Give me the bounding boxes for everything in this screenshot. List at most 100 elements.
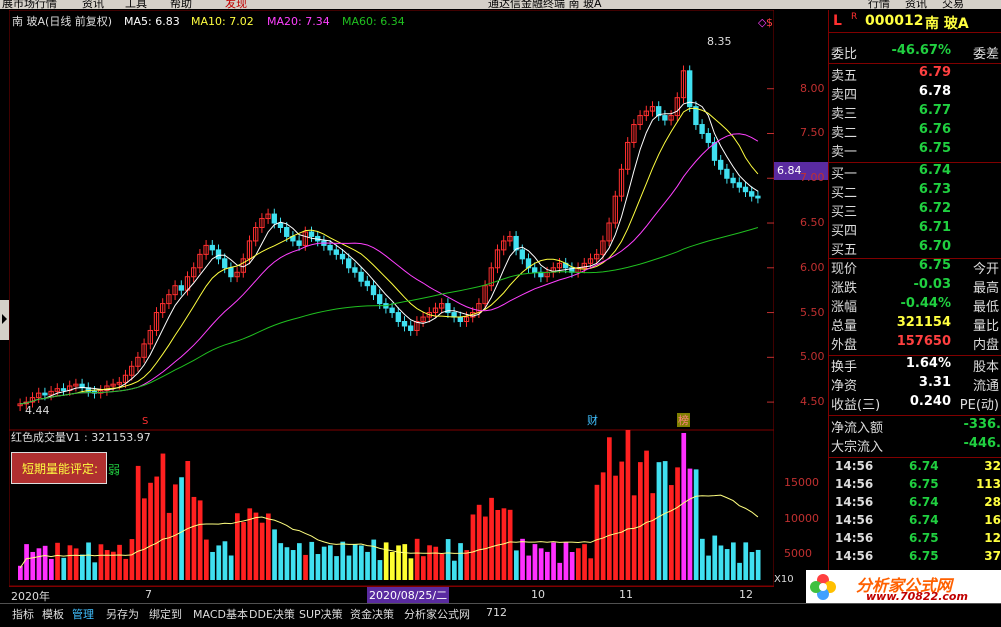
tab-sup[interactable]: SUP决策 (299, 606, 343, 622)
tick-price: 6.75 (909, 477, 939, 491)
weicha-label: 委差 (972, 47, 999, 62)
stat2-row-1[interactable]: 净资 3.31 流通 (831, 375, 1001, 394)
volume-bar (111, 551, 116, 580)
quote-panel: L R 000012 南 玻A 委比 -46.67% 委差 卖五 6.79 卖四 6.… (828, 10, 1001, 601)
bid-row-4-value: 6.71 (918, 220, 951, 235)
candle-body (377, 294, 383, 305)
tab-bind-to[interactable]: 绑定到 (149, 606, 182, 622)
tab-save-as[interactable]: 另存为 (106, 606, 139, 622)
volume-bar (532, 544, 538, 580)
menu-right-quote[interactable]: 行情 (868, 0, 890, 9)
bid-row-4[interactable]: 买四 6.71 (831, 220, 1001, 239)
stat-row-4[interactable]: 外盘 157650 内盘 (831, 334, 1001, 353)
bid-row-1[interactable]: 买一 6.74 (831, 163, 1001, 182)
tab-dde[interactable]: DDE决策 (249, 606, 295, 622)
candle-body (705, 132, 711, 143)
menu-item-news[interactable]: 资讯 (82, 0, 104, 9)
volume-bar (352, 544, 358, 580)
stat2-row-0[interactable]: 换手 1.64% 股本 (831, 356, 1001, 375)
candle-body (408, 325, 414, 331)
stat2-row-2[interactable]: 收益(三) 0.240 PE(动) (831, 394, 1001, 413)
volume-bar (545, 551, 550, 580)
stat-row-3-value: 321154 (896, 315, 951, 330)
volume-bar (359, 545, 364, 580)
volume-chart[interactable]: 红色成交量V1 : 321153.97 X10 (9, 430, 774, 586)
expand-left-arrow-icon[interactable] (0, 300, 9, 340)
ask-row-3-label: 卖三 (831, 107, 858, 122)
price-chart[interactable]: 南 玻A(日线 前复权) MA5: 6.83 MA10: 7.02 MA20: … (9, 10, 774, 430)
menu-right-news[interactable]: 资讯 (905, 0, 927, 9)
stat-row-1-value: -0.03 (913, 277, 951, 292)
stat-row-0-value: 6.75 (918, 258, 951, 273)
volume-rating-badge[interactable]: 短期量能评定: (11, 452, 107, 484)
tab-712[interactable]: 712 (486, 606, 507, 619)
tick-row: 14:56 6.75 37 (831, 549, 1001, 567)
tab-fxj[interactable]: 分析家公式网 (404, 606, 470, 622)
candle-body (209, 244, 215, 251)
marker-finance[interactable]: 财 (587, 413, 598, 427)
volume-bar (166, 512, 172, 580)
stat-row-2[interactable]: 涨幅 -0.44% 最低 (831, 296, 1001, 315)
menu-item-help[interactable]: 帮助 (170, 0, 192, 9)
menu-item-market[interactable]: 展市场行情 (2, 0, 57, 9)
weibi-row: 委比 -46.67% 委差 (831, 43, 1001, 62)
flow-row-0[interactable]: 净流入额 -336. (831, 417, 1001, 436)
bid-row-3[interactable]: 买三 6.72 (831, 201, 1001, 220)
tick-qty: 32 (984, 459, 1001, 473)
low-price-label: 4.44 (25, 404, 50, 417)
candle-body (364, 280, 370, 287)
marker-rank[interactable]: 榜 (678, 413, 689, 427)
menu-item-discover[interactable]: 发现 (225, 0, 247, 9)
ask-row-2[interactable]: 卖二 6.76 (831, 122, 1001, 141)
candle-body (532, 267, 538, 273)
volume-bar (241, 522, 246, 580)
volume-bar (309, 541, 315, 580)
top-menu-bar: 展市场行情 资讯 工具 帮助 发现 通达信金融终端 南 玻A 行情 资讯 交易 (0, 0, 1001, 9)
stat-row-1[interactable]: 涨跌 -0.03 最高 (831, 277, 1001, 296)
candle-body (513, 235, 519, 251)
volume-bar (421, 556, 426, 580)
menu-right-trade[interactable]: 交易 (942, 0, 964, 9)
candle-body (215, 249, 222, 260)
volume-bar (235, 513, 240, 580)
r-marker-icon: R (851, 12, 858, 22)
tab-fund[interactable]: 资金决策 (350, 606, 394, 622)
ask-row-3[interactable]: 卖三 6.77 (831, 103, 1001, 122)
volume-bar (489, 497, 494, 580)
ask-row-4[interactable]: 卖四 6.78 (831, 84, 1001, 103)
flow-row-1[interactable]: 大宗流入 -446. (831, 436, 1001, 455)
volume-bar (514, 550, 519, 580)
candle-body (346, 258, 352, 269)
tab-macd[interactable]: MACD基本 (193, 606, 248, 622)
bid-row-1-value: 6.74 (918, 163, 951, 178)
volume-bar (563, 542, 569, 580)
candle-body (228, 267, 234, 278)
volume-rating-value: 弱 (108, 463, 121, 477)
ask-row-1[interactable]: 卖一 6.75 (831, 141, 1001, 160)
stat-row-3[interactable]: 总量 321154 量比 (831, 315, 1001, 334)
volume-bar (749, 552, 755, 580)
volume-bar (743, 542, 749, 580)
date-label-12: 12 (739, 588, 753, 601)
tab-indicators[interactable]: 指标 (12, 606, 34, 622)
bid-row-2[interactable]: 买二 6.73 (831, 182, 1001, 201)
ma60-label: MA60: 6.34 (342, 15, 405, 28)
marker-s-icon[interactable]: S (142, 416, 148, 427)
price-axis-label: 7.50 (800, 126, 825, 140)
volume-bar (24, 544, 29, 580)
ask-row-5[interactable]: 卖五 6.79 (831, 65, 1001, 84)
bid-row-5[interactable]: 买五 6.70 (831, 239, 1001, 258)
volume-bar (148, 482, 153, 580)
tab-manage[interactable]: 管理 (72, 606, 94, 622)
price-axis-label: 6.50 (800, 216, 825, 230)
volume-bar (80, 554, 85, 580)
tab-templates[interactable]: 模板 (42, 606, 64, 622)
stat-row-0[interactable]: 现价 6.75 今开 (831, 258, 1001, 277)
volume-bar (526, 555, 532, 580)
volume-bar (98, 544, 104, 580)
menu-item-tools[interactable]: 工具 (125, 0, 147, 9)
volume-bar (445, 539, 451, 580)
dollar-sign-icon[interactable]: $ (766, 16, 773, 29)
candle-body (662, 115, 668, 121)
tick-time: 14:56 (835, 549, 874, 563)
